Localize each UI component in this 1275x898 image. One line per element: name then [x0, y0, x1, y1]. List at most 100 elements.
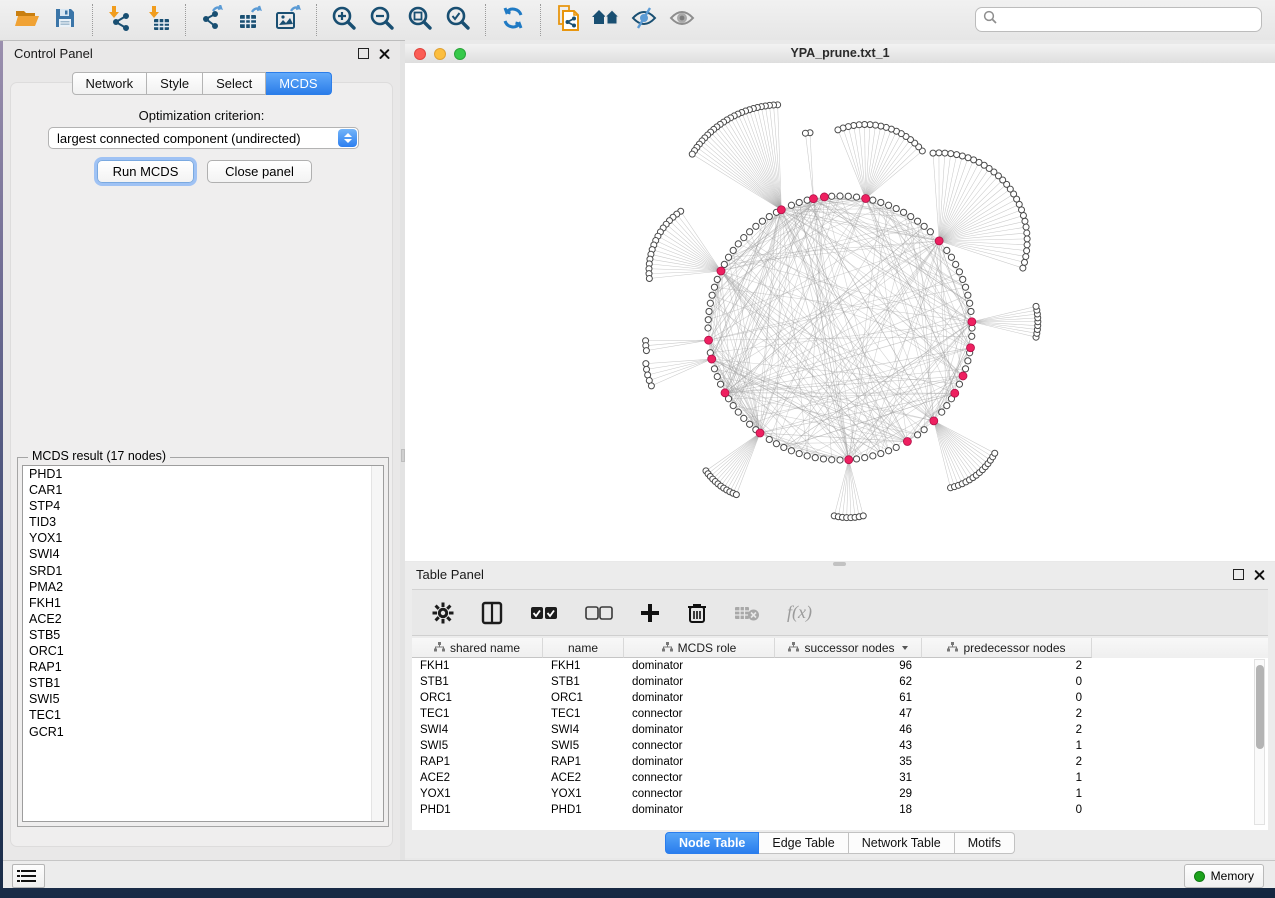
tab-node-table[interactable]: Node Table — [665, 832, 759, 854]
mcds-result-item[interactable]: ACE2 — [23, 611, 383, 627]
import-network-button[interactable] — [101, 4, 139, 36]
run-mcds-button[interactable]: Run MCDS — [97, 160, 194, 183]
table-body[interactable]: FKH1FKH1dominator962STB1STB1dominator620… — [412, 658, 1268, 818]
network-titlebar[interactable]: YPA_prune.txt_1 — [405, 44, 1275, 64]
table-row[interactable]: PHD1PHD1dominator180 — [412, 802, 1268, 818]
memory-button[interactable]: Memory — [1184, 864, 1264, 888]
export-table-button[interactable] — [232, 4, 270, 36]
table-scrollbar-thumb[interactable] — [1256, 665, 1264, 749]
table-panel-tabs: Node TableEdge TableNetwork TableMotifs — [405, 832, 1275, 854]
table-row[interactable]: SWI4SWI4dominator462 — [412, 722, 1268, 738]
mcds-result-item[interactable]: RAP1 — [23, 659, 383, 675]
tab-network[interactable]: Network — [71, 72, 147, 95]
control-panel-tabs: NetworkStyleSelectMCDS — [71, 72, 331, 95]
open-file-button[interactable] — [8, 4, 46, 36]
mcds-result-item[interactable]: STB5 — [23, 627, 383, 643]
close-table-panel-icon[interactable] — [1254, 569, 1265, 580]
show-columns-icon[interactable] — [481, 601, 503, 625]
zoom-selected-button[interactable] — [439, 4, 477, 36]
zoom-out-button[interactable] — [363, 4, 401, 36]
close-window-icon[interactable] — [379, 48, 390, 59]
mcds-result-item[interactable]: TID3 — [23, 514, 383, 530]
column-header-predecessor-nodes[interactable]: predecessor nodes — [922, 638, 1092, 658]
tab-network-table[interactable]: Network Table — [849, 832, 955, 854]
tab-motifs[interactable]: Motifs — [955, 832, 1015, 854]
cell: 0 — [922, 802, 1092, 818]
mcds-result-item[interactable]: PMA2 — [23, 579, 383, 595]
cell: 46 — [775, 722, 922, 738]
zoom-fit-button[interactable] — [401, 4, 439, 36]
search-input[interactable] — [1003, 12, 1261, 28]
tab-mcds[interactable]: MCDS — [266, 72, 331, 95]
select-all-rows-icon[interactable] — [530, 606, 558, 620]
show-graphics-details-button[interactable] — [663, 4, 701, 36]
table-row[interactable]: SWI5SWI5connector431 — [412, 738, 1268, 754]
cell: dominator — [624, 802, 775, 818]
table-row[interactable]: ACE2ACE2connector311 — [412, 770, 1268, 786]
splitter-handle[interactable] — [401, 449, 405, 462]
zoom-group — [316, 4, 485, 36]
column-header-shared-name[interactable]: shared name — [412, 638, 543, 658]
delete-column-icon[interactable] — [687, 602, 707, 624]
mcds-result-groupbox: MCDS result (17 nodes) PHD1CAR1STP4TID3Y… — [17, 457, 389, 827]
column-header-name[interactable]: name — [543, 638, 624, 658]
cell: ACE2 — [543, 770, 624, 786]
add-column-icon[interactable] — [640, 603, 660, 623]
mcds-result-item[interactable]: PHD1 — [23, 466, 383, 482]
mcds-result-item[interactable]: CAR1 — [23, 482, 383, 498]
clone-network-icon — [555, 4, 581, 37]
table-settings-gear-icon[interactable] — [432, 602, 454, 624]
table-row[interactable]: FKH1FKH1dominator962 — [412, 658, 1268, 674]
mcds-result-list[interactable]: PHD1CAR1STP4TID3YOX1SWI4SRD1PMA2FKH1ACE2… — [22, 465, 384, 822]
mcds-result-item[interactable]: YOX1 — [23, 530, 383, 546]
column-label: MCDS role — [678, 641, 737, 655]
table-row[interactable]: ORC1ORC1dominator610 — [412, 690, 1268, 706]
mcds-result-item[interactable]: GCR1 — [23, 724, 383, 740]
float-table-panel-icon[interactable] — [1233, 569, 1244, 580]
table-row[interactable]: RAP1RAP1dominator352 — [412, 754, 1268, 770]
search-field[interactable] — [975, 7, 1262, 32]
hide-graphics-details-button[interactable] — [625, 4, 663, 36]
mcds-result-item[interactable]: ORC1 — [23, 643, 383, 659]
import-table-button[interactable] — [139, 4, 177, 36]
task-history-button[interactable] — [12, 864, 45, 888]
column-label: shared name — [450, 641, 520, 655]
table-row[interactable]: YOX1YOX1connector291 — [412, 786, 1268, 802]
result-scrollbar[interactable] — [371, 466, 383, 821]
column-header-successor-nodes[interactable]: successor nodes — [775, 638, 922, 658]
criterion-select[interactable]: largest connected component (undirected) — [48, 127, 359, 149]
tab-style[interactable]: Style — [147, 72, 203, 95]
cell: PHD1 — [412, 802, 543, 818]
mcds-result-item[interactable]: SWI5 — [23, 691, 383, 707]
export-image-button[interactable] — [270, 4, 308, 36]
column-header-MCDS-role[interactable]: MCDS role — [624, 638, 775, 658]
deselect-all-rows-icon[interactable] — [585, 606, 613, 620]
table-panel-splitter-handle[interactable] — [833, 562, 846, 566]
clone-network-button[interactable] — [549, 4, 587, 36]
mcds-result-item[interactable]: SWI4 — [23, 546, 383, 562]
zoom-in-button[interactable] — [325, 4, 363, 36]
mcds-result-item[interactable]: SRD1 — [23, 563, 383, 579]
cell: 18 — [775, 802, 922, 818]
close-panel-button[interactable]: Close panel — [207, 160, 312, 183]
network-canvas[interactable] — [405, 63, 1275, 561]
cell: SWI4 — [412, 722, 543, 738]
tab-select[interactable]: Select — [203, 72, 266, 95]
mcds-result-item[interactable]: FKH1 — [23, 595, 383, 611]
tab-edge-table[interactable]: Edge Table — [759, 832, 848, 854]
cell: dominator — [624, 722, 775, 738]
float-window-icon[interactable] — [358, 48, 369, 59]
mcds-result-item[interactable]: TEC1 — [23, 707, 383, 723]
export-network-button[interactable] — [194, 4, 232, 36]
cell: SWI5 — [412, 738, 543, 754]
save-button[interactable] — [46, 4, 84, 36]
table-row[interactable]: STB1STB1dominator620 — [412, 674, 1268, 690]
home-views-button[interactable] — [587, 4, 625, 36]
refresh-button[interactable] — [494, 4, 532, 36]
mcds-result-item[interactable]: STB1 — [23, 675, 383, 691]
eye-icon — [668, 6, 696, 35]
mcds-result-item[interactable]: STP4 — [23, 498, 383, 514]
network-graph[interactable] — [405, 63, 1275, 561]
table-row[interactable]: TEC1TEC1connector472 — [412, 706, 1268, 722]
cell: 35 — [775, 754, 922, 770]
